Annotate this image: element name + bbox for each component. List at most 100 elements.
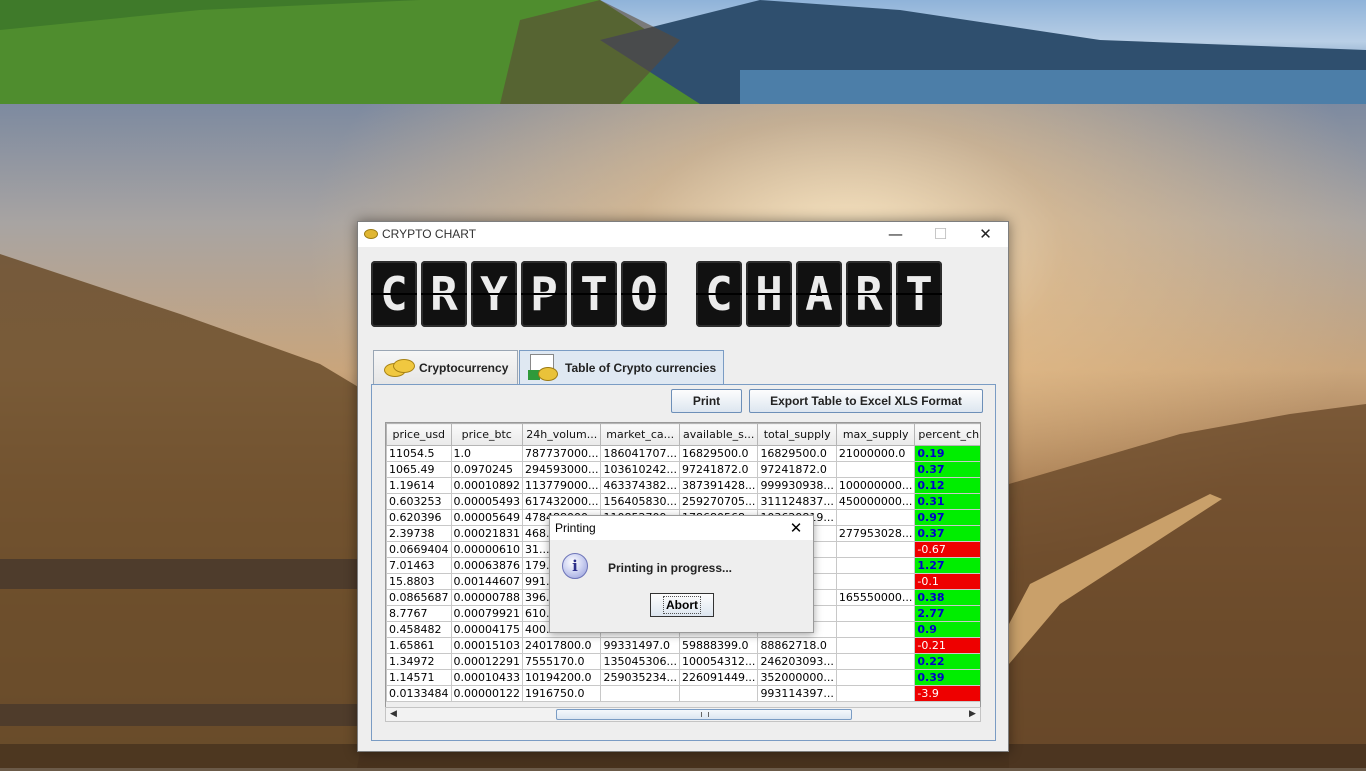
table-cell: 259035234... — [600, 669, 680, 686]
column-header[interactable]: price_btc — [450, 423, 523, 446]
table-row[interactable]: 1.34972 0.00012291 7555170.0 135045306... 10… — [386, 653, 980, 670]
table-cell: 97241872.0 — [678, 461, 759, 478]
table-cell: 0.0865687 — [386, 589, 452, 606]
scrollbar-thumb[interactable] — [556, 709, 852, 720]
maximize-button[interactable]: ☐ — [918, 222, 963, 247]
crypto-chart-window: CRYPTO CHART — ☐ ✕ C R Y P T O C H A R T… — [357, 221, 1009, 752]
table-cell: 226091449... — [678, 669, 759, 686]
table-row[interactable]: 0.603253 0.00005493 617432000... 156405830.… — [386, 493, 980, 510]
table-cell: 0.620396 — [386, 509, 452, 526]
info-icon: i — [562, 553, 588, 579]
table-cell: 16829500.0 — [678, 445, 759, 462]
table-cell: 0.00010433 — [450, 669, 523, 686]
table-cell — [835, 573, 916, 590]
dialog-title: Printing — [555, 521, 596, 535]
table-cell: 11054.5 — [386, 445, 452, 462]
mountain-landscape — [0, 0, 1366, 104]
tab-table-of-crypto-currencies[interactable]: Table of Crypto currencies — [519, 350, 724, 384]
table-cell: 8.7767 — [386, 605, 452, 622]
close-icon: ✕ — [979, 225, 992, 243]
banner-letter: R — [421, 261, 467, 327]
table-cell: 0.00010892 — [450, 477, 523, 494]
table-row[interactable]: 1.19614 0.00010892 113779000... 463374382..… — [386, 477, 980, 494]
table-cell — [835, 509, 916, 526]
table-cell: 156405830... — [600, 493, 680, 510]
dialog-close-button[interactable]: ✕ — [783, 518, 809, 538]
table-cell: 387391428... — [678, 477, 759, 494]
horizontal-scrollbar[interactable]: ◀ ▶ — [385, 707, 981, 722]
table-cell — [835, 621, 916, 638]
table-cell: 24017800.0 — [521, 637, 602, 654]
column-header[interactable]: percent_ch... — [914, 423, 980, 446]
table-row[interactable]: 1.65861 0.00015103 24017800.0 99331497.0 598… — [386, 637, 980, 654]
table-cell: 0.19 — [914, 445, 980, 462]
table-cell: -0.67 — [914, 541, 980, 558]
column-header[interactable]: total_supply — [757, 423, 837, 446]
close-button[interactable]: ✕ — [963, 222, 1008, 247]
table-row[interactable]: 1065.49 0.0970245 294593000... 103610242...… — [386, 461, 980, 478]
banner-letter: C — [371, 261, 417, 327]
table-cell: 1.0 — [450, 445, 523, 462]
table-cell: 0.0669404 — [386, 541, 452, 558]
table-cell — [835, 461, 916, 478]
table-cell: 1.27 — [914, 557, 980, 574]
table-cell: 7555170.0 — [521, 653, 602, 670]
table-cell: 0.00012291 — [450, 653, 523, 670]
table-row[interactable]: 1.14571 0.00010433 10194200.0 259035234... 2… — [386, 669, 980, 686]
table-cell: 311124837... — [757, 493, 837, 510]
column-header[interactable]: max_supply — [835, 423, 916, 446]
table-cell: 294593000... — [521, 461, 602, 478]
table-cell: 1.65861 — [386, 637, 452, 654]
export-xls-button[interactable]: Export Table to Excel XLS Format — [749, 389, 983, 413]
dialog-titlebar[interactable]: Printing ✕ — [550, 516, 813, 540]
table-cell: 97241872.0 — [757, 461, 837, 478]
tab-label: Table of Crypto currencies — [565, 361, 717, 375]
table-cell: 1065.49 — [386, 461, 452, 478]
table-cell: 21000000.0 — [835, 445, 916, 462]
table-cell: 88862718.0 — [757, 637, 837, 654]
table-cell: 0.31 — [914, 493, 980, 510]
table-cell: -3.9 — [914, 685, 980, 702]
table-cell: 463374382... — [600, 477, 680, 494]
table-cell: 999930938... — [757, 477, 837, 494]
table-cell: 0.37 — [914, 461, 980, 478]
table-cell — [835, 557, 916, 574]
table-cell: 0.0133484 — [386, 685, 452, 702]
table-cell: -0.21 — [914, 637, 980, 654]
table-cell: 1.19614 — [386, 477, 452, 494]
close-icon: ✕ — [789, 519, 803, 537]
table-cell — [835, 653, 916, 670]
table-cell — [835, 541, 916, 558]
table-cell: 0.12 — [914, 477, 980, 494]
scroll-left-icon[interactable]: ◀ — [386, 708, 401, 721]
table-cell: 59888399.0 — [678, 637, 759, 654]
coin-app-icon — [364, 229, 378, 239]
banner-letter: Y — [471, 261, 517, 327]
table-cell: 0.00015103 — [450, 637, 523, 654]
table-cell: 0.00005649 — [450, 509, 523, 526]
window-titlebar[interactable]: CRYPTO CHART — ☐ ✕ — [358, 222, 1008, 247]
table-cell: 352000000... — [757, 669, 837, 686]
tab-cryptocurrency[interactable]: Cryptocurrency — [373, 350, 518, 384]
table-cell: 0.00079921 — [450, 605, 523, 622]
column-header[interactable]: price_usd — [386, 423, 452, 446]
scroll-right-icon[interactable]: ▶ — [965, 708, 980, 721]
banner-letter: R — [846, 261, 892, 327]
chart-coins-icon — [528, 354, 558, 382]
table-cell: 0.00000610 — [450, 541, 523, 558]
table-cell: 0.97 — [914, 509, 980, 526]
table-cell — [835, 669, 916, 686]
table-cell — [835, 637, 916, 654]
table-cell: 186041707... — [600, 445, 680, 462]
table-cell: 103610242... — [600, 461, 680, 478]
abort-button[interactable]: Abort — [650, 593, 714, 617]
column-header[interactable]: available_s... — [678, 423, 759, 446]
column-header[interactable]: 24h_volum... — [521, 423, 602, 446]
table-row[interactable]: 11054.5 1.0 787737000... 186041707... 168295… — [386, 445, 980, 462]
column-header[interactable]: market_ca... — [600, 423, 680, 446]
print-button[interactable]: Print — [671, 389, 742, 413]
minimize-button[interactable]: — — [873, 222, 918, 247]
table-cell: 1916750.0 — [521, 685, 602, 702]
table-cell: 0.603253 — [386, 493, 452, 510]
table-row[interactable]: 0.0133484 0.00000122 1916750.0 993114397...… — [386, 685, 980, 702]
